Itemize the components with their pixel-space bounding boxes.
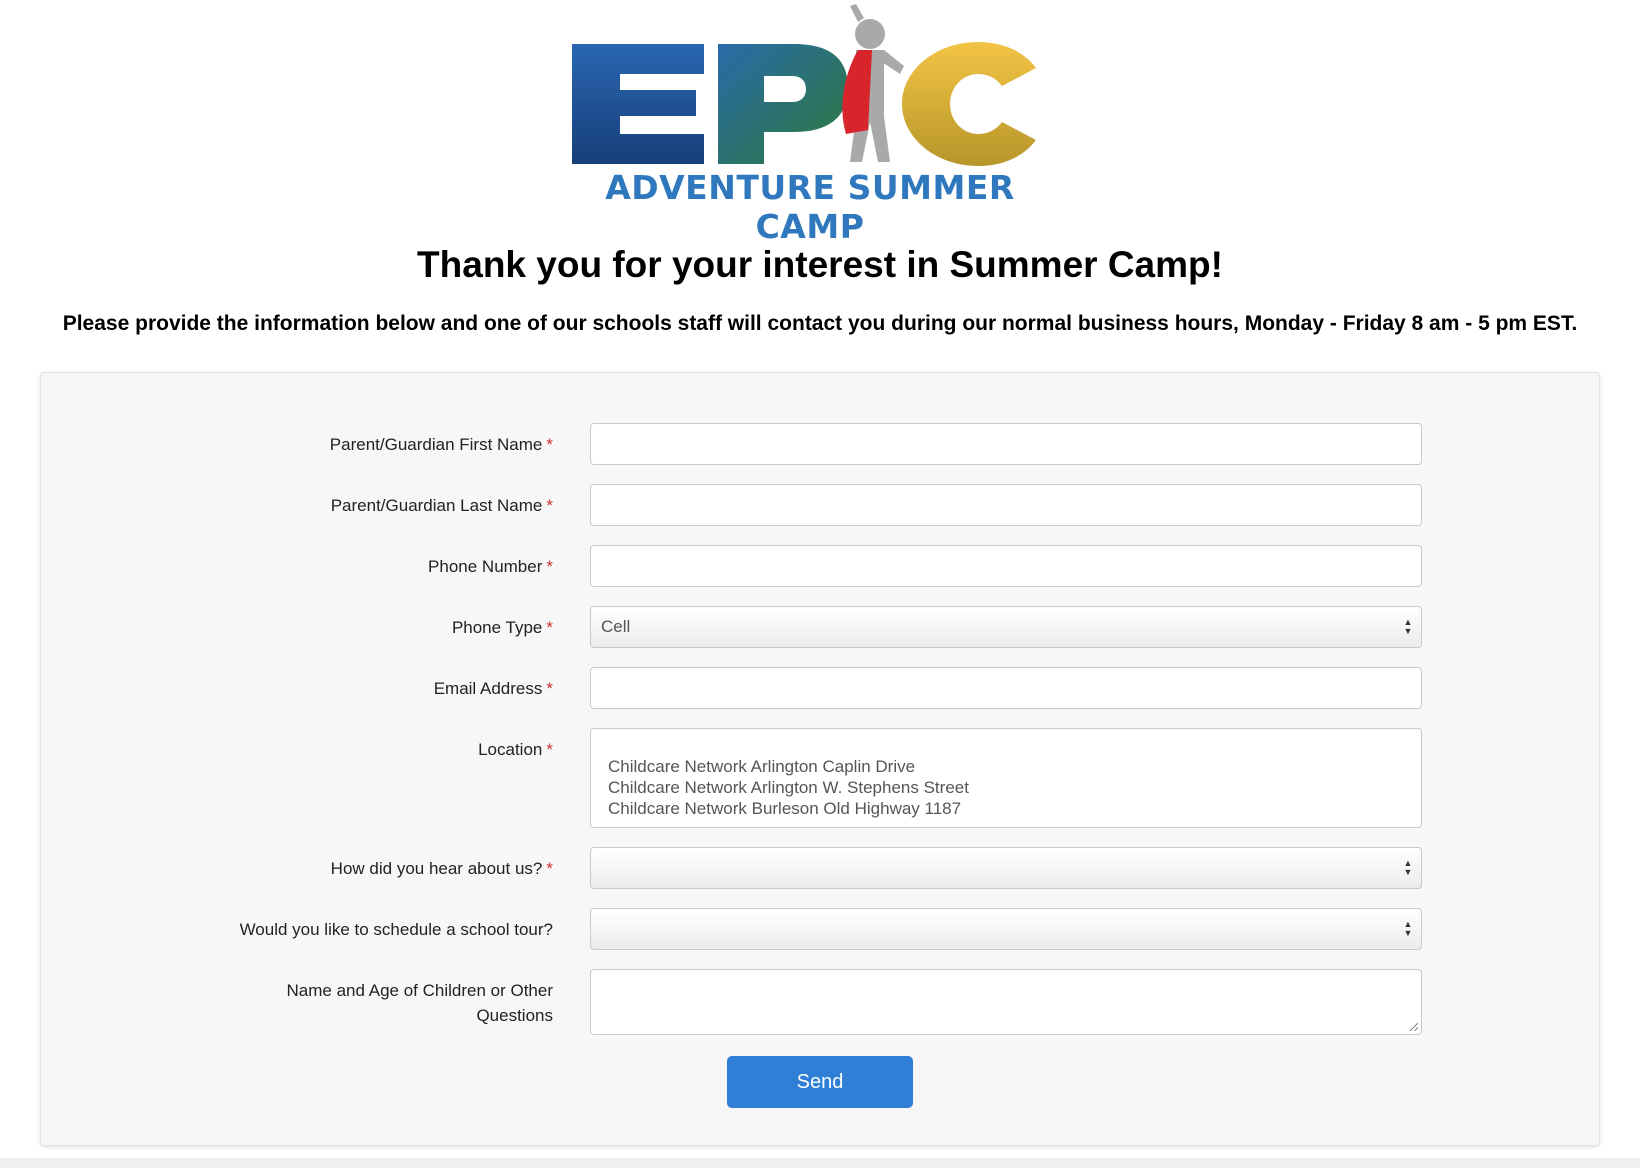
required-marker: * — [546, 618, 553, 637]
required-marker: * — [546, 679, 553, 698]
first-name-label: Parent/Guardian First Name * — [329, 435, 553, 454]
phone-type-select[interactable]: Cell ▲ ▼ — [590, 606, 1422, 648]
location-option[interactable]: Childcare Network Arlington Caplin Drive — [591, 756, 1421, 777]
send-button[interactable]: Send — [727, 1056, 913, 1108]
required-marker: * — [546, 496, 553, 515]
first-name-input[interactable] — [590, 423, 1422, 465]
heard-about-select[interactable]: ▲ ▼ — [590, 847, 1422, 889]
required-marker: * — [546, 557, 553, 576]
select-arrows-icon: ▲ ▼ — [1403, 858, 1413, 877]
superhero-kid-figure — [842, 4, 904, 162]
email-label: Email Address * — [433, 679, 553, 698]
intro-text: Please provide the information below and… — [62, 312, 1578, 335]
last-name-input[interactable] — [590, 484, 1422, 526]
required-marker: * — [546, 740, 553, 759]
last-name-label: Parent/Guardian Last Name * — [330, 496, 553, 515]
phone-type-label: Phone Type * — [451, 618, 553, 637]
location-label: Location * — [478, 740, 553, 759]
email-input[interactable] — [590, 667, 1422, 709]
phone-number-label: Phone Number * — [428, 557, 553, 576]
required-marker: * — [546, 435, 553, 454]
required-marker: * — [546, 859, 553, 878]
page-bottom-edge — [0, 1158, 1640, 1168]
logo-subtitle: ADVENTURE SUMMER CAMP — [605, 168, 1015, 246]
heard-about-label: How did you hear about us? * — [330, 859, 553, 878]
phone-type-value: Cell — [601, 617, 631, 636]
tour-label: Would you like to schedule a school tour… — [239, 920, 553, 939]
location-option[interactable]: Childcare Network Burleson Old Highway 1… — [591, 798, 1421, 819]
tour-select[interactable]: ▲ ▼ — [590, 908, 1422, 950]
phone-number-input[interactable] — [590, 545, 1422, 587]
children-questions-textarea[interactable] — [590, 969, 1422, 1035]
page-headline: Thank you for your interest in Summer Ca… — [417, 244, 1223, 285]
children-questions-label: Name and Age of Children or Other Questi… — [286, 981, 553, 1025]
epic-logo: ADVENTURE SUMMER CAMP — [566, 4, 1054, 246]
select-arrows-icon: ▲ ▼ — [1403, 617, 1413, 636]
epic-wordmark-graphic — [572, 4, 1036, 166]
select-arrows-icon: ▲ ▼ — [1403, 919, 1413, 938]
location-listbox[interactable]: Childcare Network Arlington Caplin Drive… — [590, 728, 1422, 828]
location-option[interactable]: Childcare Network Arlington W. Stephens … — [591, 777, 1421, 798]
resize-handle-icon[interactable] — [1409, 1022, 1418, 1031]
